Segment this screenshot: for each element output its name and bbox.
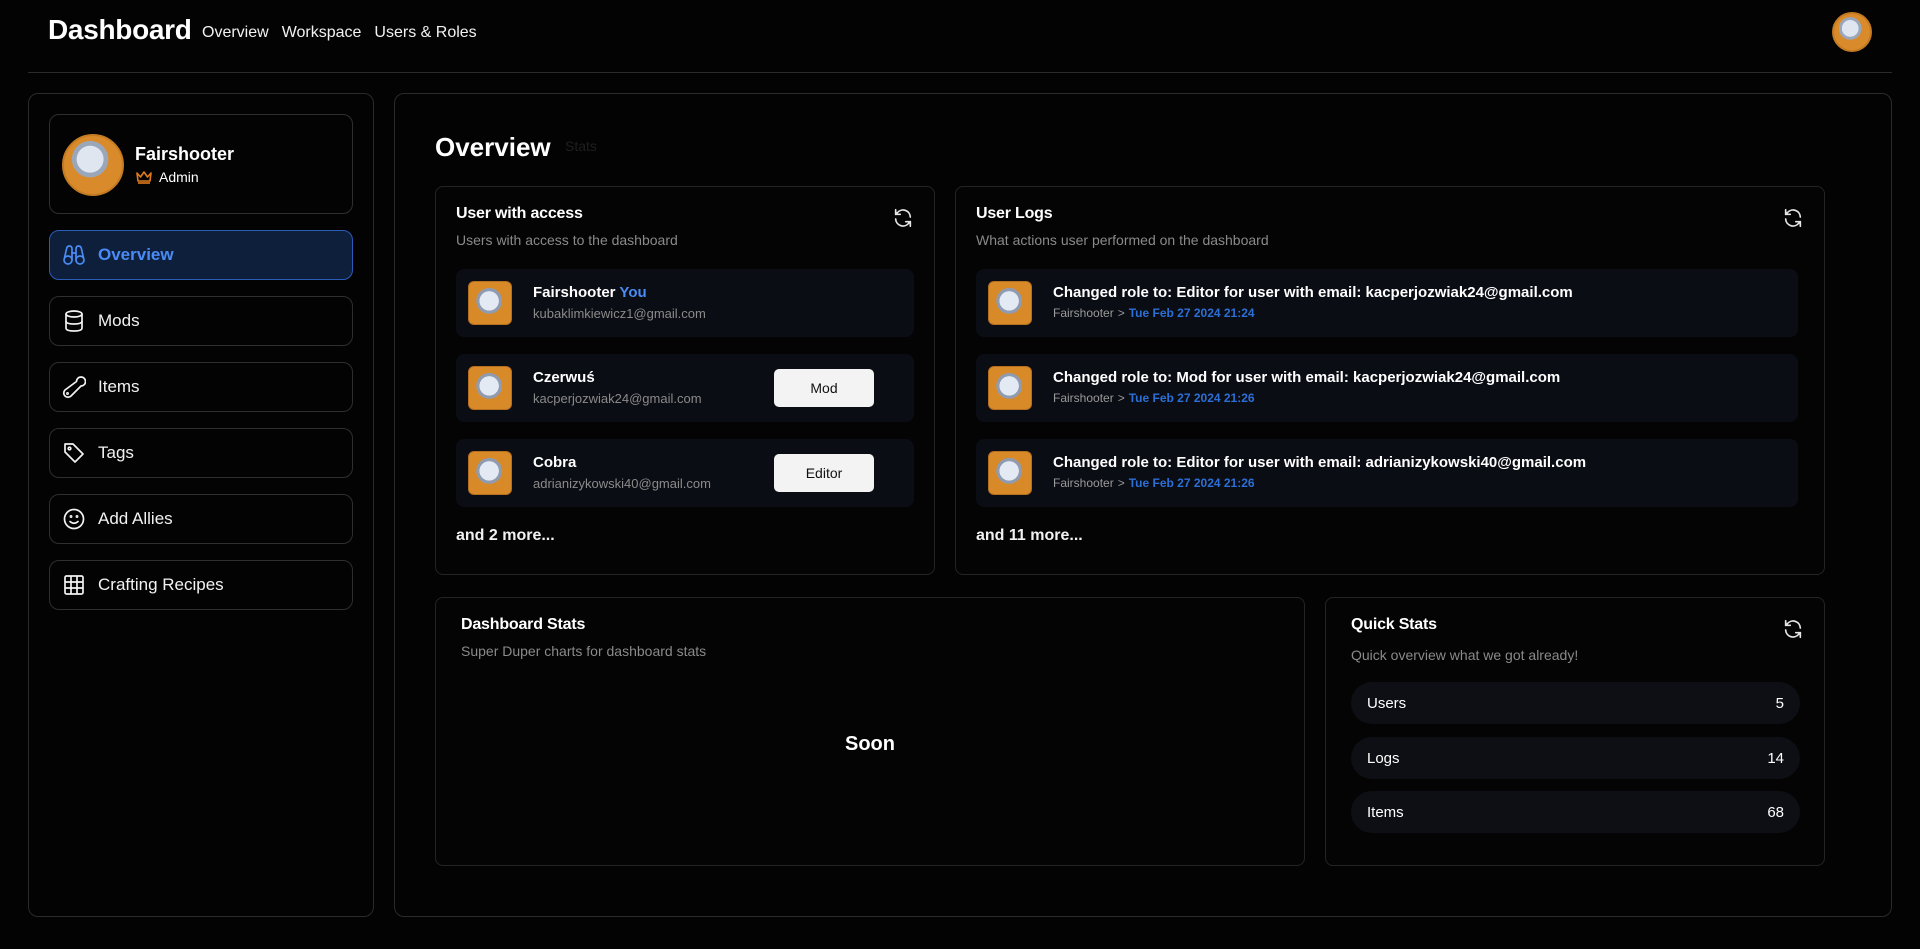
dashboard-stats-title: Dashboard Stats	[461, 616, 586, 633]
top-nav-users-roles[interactable]: Users & Roles	[374, 24, 476, 42]
sidebar-item-label: Overview	[98, 245, 174, 264]
dashboard-stats-card: Dashboard Stats Super Duper charts for d…	[435, 597, 1305, 866]
stat-row-items: Items 68	[1351, 791, 1800, 833]
log-entry: Changed role to: Editor for user with em…	[976, 439, 1798, 507]
logs-more-link[interactable]: and 11 more...	[976, 527, 1083, 545]
stat-value: 14	[1767, 749, 1784, 767]
sidebar-item-label: Items	[98, 377, 140, 396]
log-action: Changed role to: Editor for user with em…	[1053, 454, 1587, 471]
refresh-icon[interactable]	[1782, 618, 1804, 640]
profile-avatar	[62, 134, 124, 196]
log-date: Tue Feb 27 2024 21:24	[1128, 306, 1255, 320]
access-user-email: adrianizykowski40@gmail.com	[533, 476, 711, 491]
database-icon	[65, 310, 83, 332]
profile-name: Fairshooter	[135, 144, 235, 164]
stat-value: 68	[1767, 803, 1784, 821]
log-entry: Changed role to: Editor for user with em…	[976, 269, 1798, 337]
access-user-name: Czerwuś	[533, 369, 595, 386]
sidebar-item-items[interactable]: Items	[49, 362, 353, 412]
dashboard-stats-subtitle: Super Duper charts for dashboard stats	[461, 643, 707, 659]
access-user-row: Cobra adrianizykowski40@gmail.com Editor	[456, 439, 914, 507]
access-user-email: kubaklimkiewicz1@gmail.com	[533, 306, 706, 321]
user-avatar	[988, 366, 1032, 410]
user-avatar	[468, 366, 512, 410]
stat-label: Users	[1367, 694, 1407, 712]
grid-icon	[64, 575, 84, 595]
sidebar-item-tags[interactable]: Tags	[49, 428, 353, 478]
log-meta: Fairshooter > Tue Feb 27 2024 21:26	[1053, 476, 1255, 490]
sidebar-item-add-allies[interactable]: Add Allies	[49, 494, 353, 544]
stat-value: 5	[1775, 694, 1784, 712]
you-badge: You	[619, 284, 647, 301]
log-action: Changed role to: Mod for user with email…	[1053, 369, 1561, 386]
access-user-row: Czerwuś kacperjozwiak24@gmail.com Mod	[456, 354, 914, 422]
role-button[interactable]: Mod	[774, 369, 874, 407]
header-divider	[28, 72, 1892, 73]
main-panel: Overview Stats User with access Users wi…	[394, 93, 1892, 917]
log-meta: Fairshooter > Tue Feb 27 2024 21:24	[1053, 306, 1255, 320]
stat-label: Logs	[1367, 749, 1400, 767]
role-button[interactable]: Editor	[774, 454, 874, 492]
profile-role-label: Admin	[159, 169, 199, 185]
access-user-row: Fairshooter You kubaklimkiewicz1@gmail.c…	[456, 269, 914, 337]
crown-icon	[136, 171, 152, 184]
access-user-name: Fairshooter You	[533, 284, 647, 301]
user-avatar	[468, 281, 512, 325]
user-avatar	[988, 451, 1032, 495]
sidebar-item-label: Crafting Recipes	[98, 575, 224, 594]
smile-icon	[63, 508, 85, 530]
wrench-icon	[62, 376, 86, 399]
access-user-name: Cobra	[533, 454, 577, 471]
refresh-icon[interactable]	[1782, 207, 1804, 229]
access-card: User with access Users with access to th…	[435, 186, 935, 575]
access-user-email: kacperjozwiak24@gmail.com	[533, 391, 702, 406]
logs-card-title: User Logs	[976, 205, 1053, 222]
binoculars-icon	[63, 245, 85, 265]
access-card-subtitle: Users with access to the dashboard	[456, 232, 678, 248]
sidebar-item-overview[interactable]: Overview	[49, 230, 353, 280]
access-more-link[interactable]: and 2 more...	[456, 527, 555, 545]
stat-row-logs: Logs 14	[1351, 737, 1800, 779]
log-date: Tue Feb 27 2024 21:26	[1128, 476, 1255, 490]
log-entry: Changed role to: Mod for user with email…	[976, 354, 1798, 422]
user-avatar	[468, 451, 512, 495]
app-title: Dashboard	[48, 14, 192, 45]
top-nav-workspace[interactable]: Workspace	[282, 24, 362, 42]
stat-row-users: Users 5	[1351, 682, 1800, 724]
quick-stats-subtitle: Quick overview what we got already!	[1351, 647, 1579, 663]
logs-card-subtitle: What actions user performed on the dashb…	[976, 232, 1269, 248]
user-avatar	[988, 281, 1032, 325]
quick-stats-card: Quick Stats Quick overview what we got a…	[1325, 597, 1825, 866]
sidebar-item-label: Mods	[98, 311, 140, 330]
log-date: Tue Feb 27 2024 21:26	[1128, 391, 1255, 405]
log-action: Changed role to: Editor for user with em…	[1053, 284, 1573, 301]
soon-placeholder: Soon	[845, 733, 895, 755]
sidebar-item-label: Add Allies	[98, 509, 173, 528]
stat-label: Items	[1367, 803, 1404, 821]
top-nav-overview[interactable]: Overview	[202, 24, 269, 42]
sidebar-item-mods[interactable]: Mods	[49, 296, 353, 346]
top-nav: Overview Workspace Users & Roles	[202, 24, 477, 42]
page-ghost-text: Stats	[565, 138, 597, 154]
user-avatar[interactable]	[1832, 12, 1872, 52]
sidebar-item-crafting-recipes[interactable]: Crafting Recipes	[49, 560, 353, 610]
logs-card: User Logs What actions user performed on…	[955, 186, 1825, 575]
quick-stats-title: Quick Stats	[1351, 616, 1437, 633]
profile-role: Admin	[135, 169, 199, 185]
access-card-title: User with access	[456, 205, 583, 222]
sidebar-item-label: Tags	[98, 443, 134, 462]
profile-card: Fairshooter Admin	[49, 114, 353, 214]
page-title: Overview	[435, 132, 551, 162]
tag-icon	[64, 443, 84, 463]
sidebar: Fairshooter Admin Overview Mods Items Ta…	[28, 93, 374, 917]
log-meta: Fairshooter > Tue Feb 27 2024 21:26	[1053, 391, 1255, 405]
refresh-icon[interactable]	[892, 207, 914, 229]
